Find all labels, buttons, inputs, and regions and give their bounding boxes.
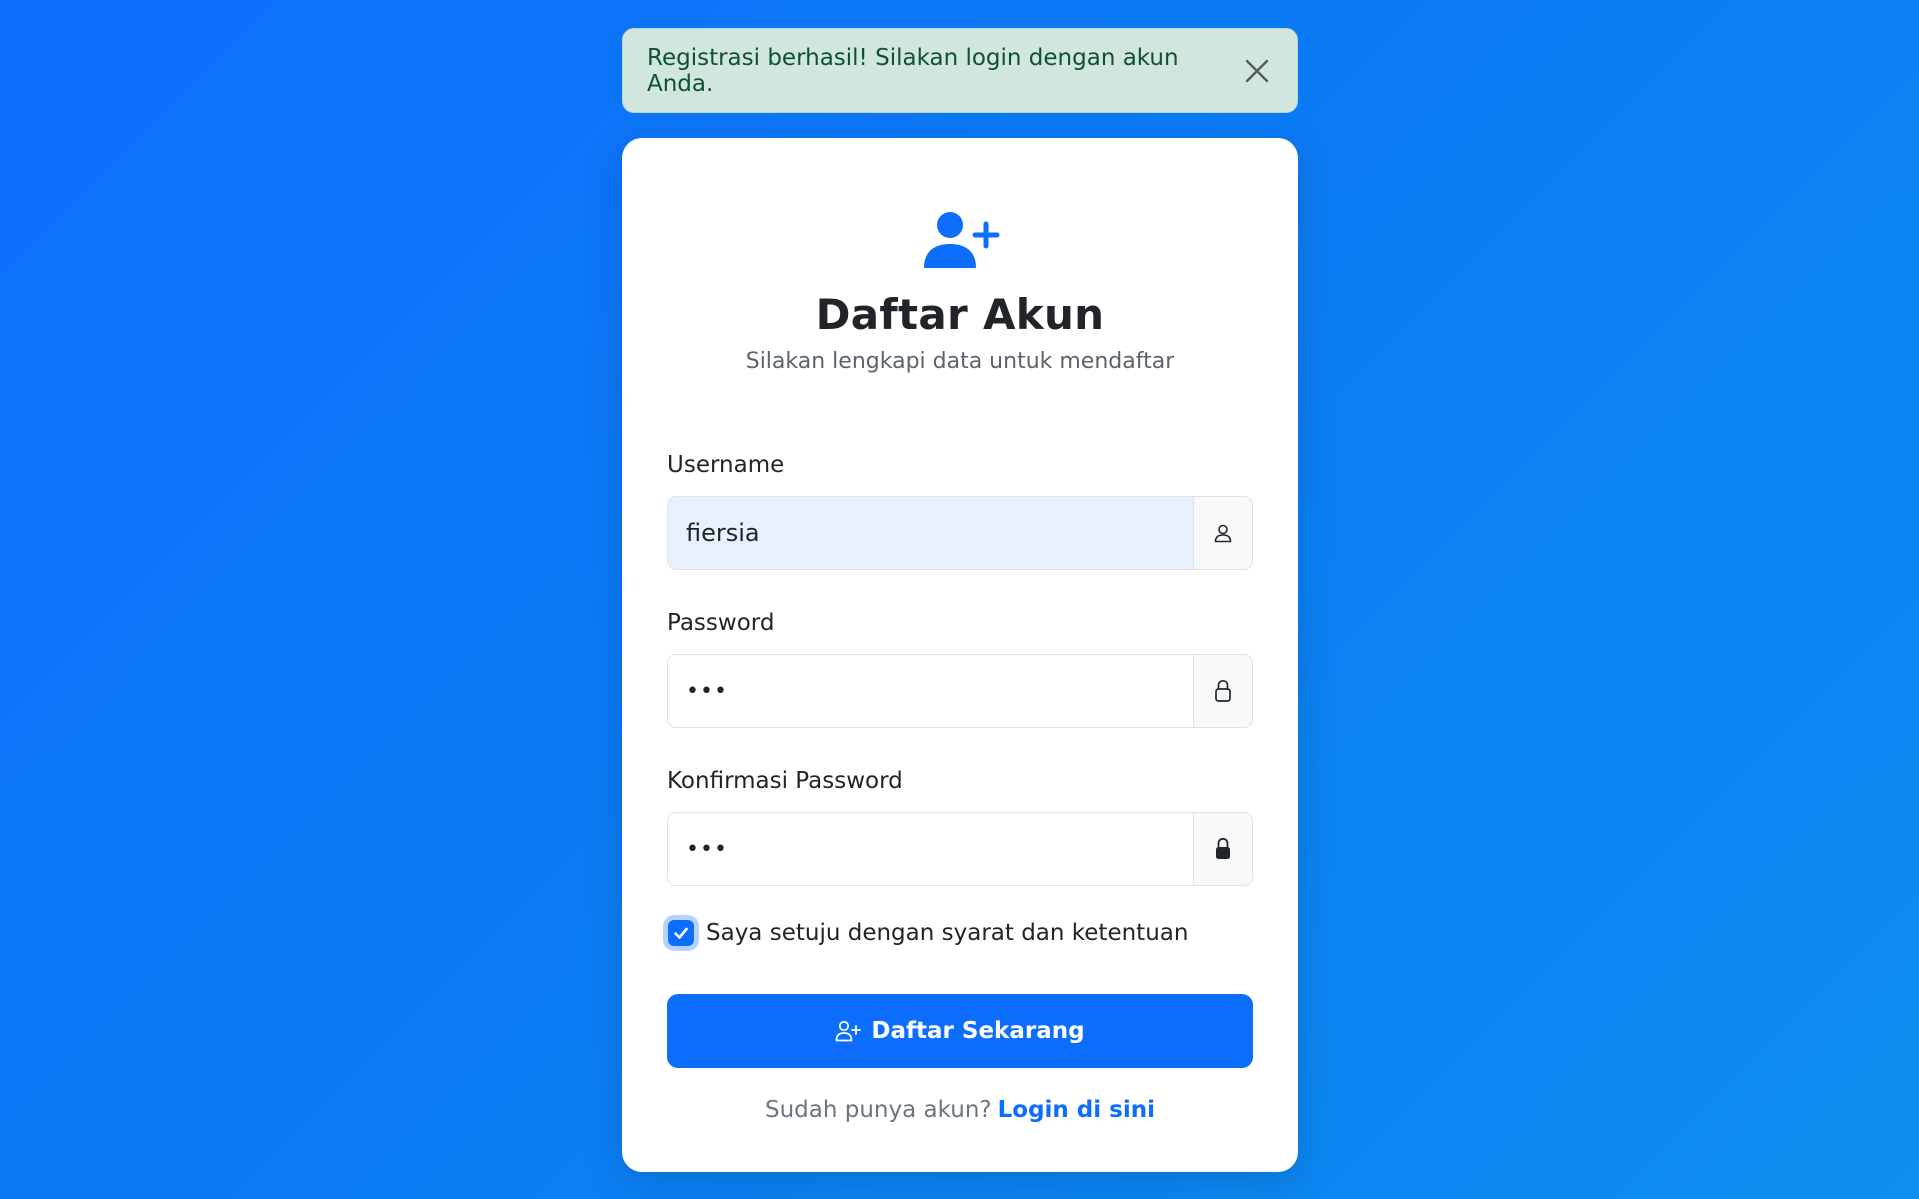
- terms-checkbox[interactable]: [668, 920, 694, 946]
- login-prompt: Sudah punya akun? Login di sini: [622, 1097, 1298, 1123]
- login-prompt-text: Sudah punya akun?: [765, 1097, 992, 1123]
- username-input-group: [667, 496, 1253, 570]
- person-plus-icon: [924, 212, 1000, 268]
- password-label: Password: [667, 610, 775, 636]
- password-input[interactable]: [668, 655, 1193, 727]
- lock-outline-icon: [1193, 655, 1252, 727]
- person-plus-icon: [836, 1020, 862, 1042]
- register-card: Daftar Akun Silakan lengkapi data untuk …: [622, 138, 1298, 1172]
- terms-label[interactable]: Saya setuju dengan syarat dan ketentuan: [706, 920, 1188, 946]
- confirm-password-input-group: [667, 812, 1253, 886]
- page-title: Daftar Akun: [815, 290, 1105, 339]
- terms-row: Saya setuju dengan syarat dan ketentuan: [662, 920, 1188, 946]
- person-icon: [1193, 497, 1252, 569]
- page-subtitle: Silakan lengkapi data untuk mendaftar: [745, 349, 1175, 374]
- close-icon[interactable]: [1241, 55, 1273, 87]
- lock-fill-icon: [1193, 813, 1252, 885]
- confirm-password-input[interactable]: [668, 813, 1193, 885]
- alert-message: Registrasi berhasil! Silakan login denga…: [647, 44, 1179, 97]
- username-input[interactable]: [668, 497, 1193, 569]
- login-link[interactable]: Login di sini: [998, 1097, 1155, 1123]
- register-button[interactable]: Daftar Sekarang: [667, 994, 1253, 1068]
- password-input-group: [667, 654, 1253, 728]
- username-label: Username: [667, 452, 785, 478]
- success-alert: Registrasi berhasil! Silakan login denga…: [622, 28, 1298, 113]
- register-button-label: Daftar Sekarang: [871, 1018, 1085, 1044]
- confirm-password-label: Konfirmasi Password: [667, 768, 903, 794]
